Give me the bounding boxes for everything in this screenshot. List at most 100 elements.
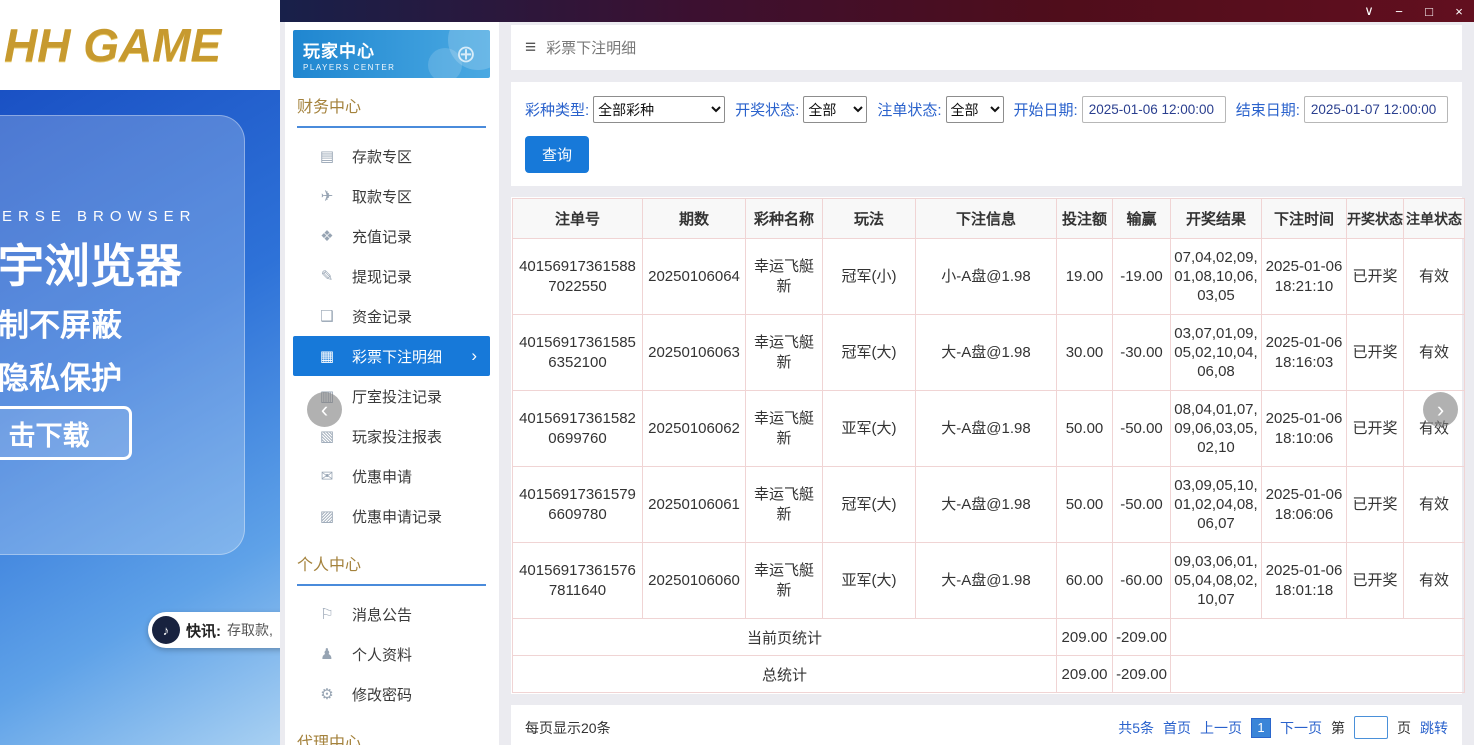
lottery-bets-icon: ▦ <box>317 347 337 365</box>
sidebar-item-profile[interactable]: ♟ 个人资料 <box>293 634 490 674</box>
cell-bet-no: 401569173615767811640 <box>513 543 643 619</box>
sidebar-item-deposit[interactable]: ▤ 存款专区 <box>293 136 490 176</box>
start-date-input[interactable] <box>1082 96 1226 123</box>
cell-draw-status: 已开奖 <box>1347 315 1404 391</box>
gear-icon: ⚙ <box>317 685 337 703</box>
sidebar-section-personal: 个人中心 <box>297 551 486 586</box>
cell-bet-time: 2025-01-06 18:21:10 <box>1262 239 1347 315</box>
per-page-text: 每页显示20条 <box>525 718 611 738</box>
main-content: ≡ 彩票下注明细 彩种类型: 全部彩种 开奖状态: 全部 注单状态: 全部 开始… <box>499 22 1474 745</box>
filter-row: 彩种类型: 全部彩种 开奖状态: 全部 注单状态: 全部 开始日期: 结束日期: <box>525 96 1448 123</box>
sidebar-item-label: 厅室投注记录 <box>352 386 442 407</box>
speaker-icon: ♪ <box>152 616 180 644</box>
table-header-row: 注单号 期数 彩种名称 玩法 下注信息 投注额 输赢 开奖结果 下注时间 开奖状… <box>513 199 1465 239</box>
sidebar-item-label: 优惠申请 <box>352 466 412 487</box>
cell-winloss: -19.00 <box>1113 239 1171 315</box>
cell-lottery: 幸运飞艇新 <box>746 315 823 391</box>
prev-page-link[interactable]: 上一页 <box>1200 718 1242 738</box>
promo-line2: 隐私保护 <box>0 353 122 398</box>
chevron-right-icon: › <box>471 346 477 366</box>
sidebar-item-label: 个人资料 <box>352 644 412 665</box>
cell-winloss: -30.00 <box>1113 315 1171 391</box>
sidebar-item-recharge-records[interactable]: ❖ 充值记录 <box>293 216 490 256</box>
sidebar-item-withdrawal-records[interactable]: ✎ 提现记录 <box>293 256 490 296</box>
window-close-icon[interactable]: × <box>1444 0 1474 22</box>
cell-bet-no: 401569173615796609780 <box>513 467 643 543</box>
bet-status-select[interactable]: 全部 <box>946 96 1004 123</box>
cell-bet-no: 401569173615887022550 <box>513 239 643 315</box>
next-page-link[interactable]: 下一页 <box>1280 718 1322 738</box>
sidebar-item-label: 充值记录 <box>352 226 412 247</box>
sidebar-item-label: 取款专区 <box>352 186 412 207</box>
promo-apply-icon: ✉ <box>317 467 337 485</box>
sidebar-item-promo-apply[interactable]: ✉ 优惠申请 <box>293 456 490 496</box>
col-draw-status: 开奖状态 <box>1347 199 1404 239</box>
summary-label: 总统计 <box>513 656 1057 693</box>
col-play: 玩法 <box>823 199 916 239</box>
draw-status-label: 开奖状态: <box>735 99 799 120</box>
summary-amount: 209.00 <box>1057 656 1113 693</box>
pagination-bar: 每页显示20条 共5条 首页 上一页 1 下一页 第 页 跳转 <box>511 705 1462 745</box>
end-date-input[interactable] <box>1304 96 1448 123</box>
total-count: 共5条 <box>1118 718 1154 738</box>
sidebar-item-label: 修改密码 <box>352 684 412 705</box>
funds-record-icon: ❑ <box>317 307 337 325</box>
cell-lottery: 幸运飞艇新 <box>746 467 823 543</box>
lottery-type-select[interactable]: 全部彩种 <box>593 96 725 123</box>
sidebar-header: 玩家中心 PLAYERS CENTER ⊕ <box>293 30 490 78</box>
download-button[interactable]: 击下载 <box>0 406 132 460</box>
current-page-button[interactable]: 1 <box>1251 718 1271 738</box>
cell-bet-info: 大-A盘@1.98 <box>916 391 1057 467</box>
brand-logo: HH GAME <box>4 18 221 72</box>
cell-play: 冠军(大) <box>823 467 916 543</box>
carousel-right-arrow[interactable]: › <box>1423 392 1458 427</box>
cell-bet-time: 2025-01-06 18:10:06 <box>1262 391 1347 467</box>
recharge-record-icon: ❖ <box>317 227 337 245</box>
carousel-left-arrow[interactable]: ‹ <box>307 392 342 427</box>
sidebar-section-finance: 财务中心 <box>297 93 486 128</box>
promo-line1: 制不屏蔽 <box>0 300 122 345</box>
window-maximize-icon[interactable]: □ <box>1414 0 1444 22</box>
sidebar-item-label: 消息公告 <box>352 604 412 625</box>
cell-draw-status: 已开奖 <box>1347 467 1404 543</box>
page-jump-input[interactable] <box>1354 716 1388 739</box>
ticker-label: 快讯: <box>186 620 221 641</box>
cell-period: 20250106064 <box>643 239 746 315</box>
cell-result: 09,03,06,01,05,04,08,02,10,07 <box>1171 543 1262 619</box>
cell-period: 20250106060 <box>643 543 746 619</box>
col-amount: 投注额 <box>1057 199 1113 239</box>
menu-icon[interactable]: ≡ <box>525 37 536 59</box>
window-minimize-icon[interactable]: − <box>1384 0 1414 22</box>
window-chevron-icon[interactable]: ∨ <box>1354 0 1384 22</box>
cell-bet-info: 大-A盘@1.98 <box>916 315 1057 391</box>
cell-bet-status: 有效 <box>1404 467 1465 543</box>
cell-result: 07,04,02,09,01,08,10,06,03,05 <box>1171 239 1262 315</box>
table-row: 401569173615887022550 20250106064 幸运飞艇新 … <box>513 239 1465 315</box>
cell-play: 亚军(大) <box>823 391 916 467</box>
cell-draw-status: 已开奖 <box>1347 543 1404 619</box>
summary-empty <box>1171 619 1465 656</box>
col-result: 开奖结果 <box>1171 199 1262 239</box>
deposit-icon: ▤ <box>317 147 337 165</box>
summary-empty <box>1171 656 1465 693</box>
promo-banner: ERSE BROWSER 宇浏览器 制不屏蔽 隐私保护 击下载 ♪ 快讯: 存取… <box>0 90 280 745</box>
cell-bet-info: 小-A盘@1.98 <box>916 239 1057 315</box>
sidebar-item-announcements[interactable]: ⚐ 消息公告 <box>293 594 490 634</box>
sidebar-item-withdraw[interactable]: ✈ 取款专区 <box>293 176 490 216</box>
first-page-link[interactable]: 首页 <box>1163 718 1191 738</box>
cell-period: 20250106062 <box>643 391 746 467</box>
end-date-label: 结束日期: <box>1236 99 1300 120</box>
cell-bet-time: 2025-01-06 18:01:18 <box>1262 543 1347 619</box>
col-period: 期数 <box>643 199 746 239</box>
cell-lottery: 幸运飞艇新 <box>746 239 823 315</box>
bets-table: 注单号 期数 彩种名称 玩法 下注信息 投注额 输赢 开奖结果 下注时间 开奖状… <box>512 198 1465 693</box>
sidebar: 玩家中心 PLAYERS CENTER ⊕ 财务中心 ▤ 存款专区 ✈ 取款专区… <box>285 22 499 745</box>
sidebar-item-change-password[interactable]: ⚙ 修改密码 <box>293 674 490 714</box>
sidebar-item-label: 提现记录 <box>352 266 412 287</box>
sidebar-item-lottery-bet-details[interactable]: ▦ 彩票下注明细 › <box>293 336 490 376</box>
sidebar-item-fund-records[interactable]: ❑ 资金记录 <box>293 296 490 336</box>
query-button[interactable]: 查询 <box>525 136 589 173</box>
jump-button[interactable]: 跳转 <box>1420 718 1448 738</box>
sidebar-item-promo-apply-records[interactable]: ▨ 优惠申请记录 <box>293 496 490 536</box>
draw-status-select[interactable]: 全部 <box>803 96 867 123</box>
